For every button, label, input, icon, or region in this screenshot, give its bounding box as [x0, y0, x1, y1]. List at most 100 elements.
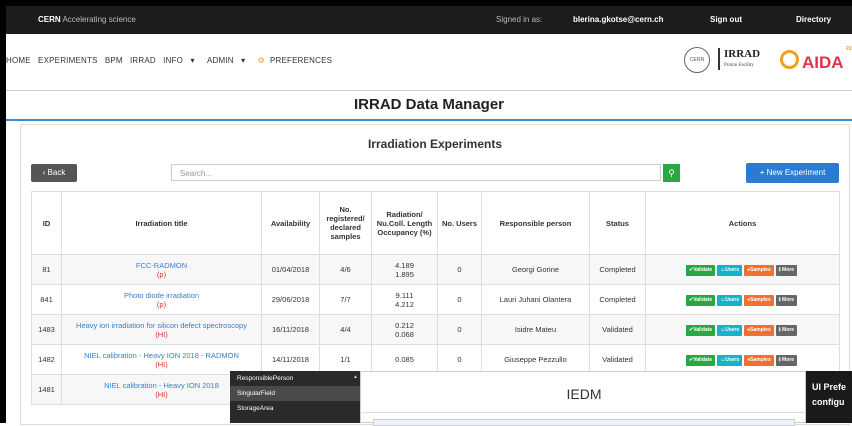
- dropdown-item-responsible-person[interactable]: ResponsiblePerson: [230, 371, 360, 386]
- search-icon: ⚲: [668, 168, 675, 178]
- cell-users: 0: [437, 254, 482, 285]
- col-id[interactable]: ID: [31, 191, 62, 255]
- directory-link[interactable]: Directory: [796, 15, 831, 24]
- dropdown-item-singular-field[interactable]: SingularField: [230, 386, 360, 401]
- cell-availability: 01/04/2018: [261, 254, 320, 285]
- nav-home[interactable]: HOME: [6, 56, 31, 65]
- particle-tag: (HI): [155, 389, 168, 399]
- users-button[interactable]: ☺Users: [717, 354, 743, 366]
- nav-preferences[interactable]: ⚙ PREFERENCES: [258, 56, 338, 65]
- nav-experiments[interactable]: EXPERIMENTS: [38, 56, 98, 65]
- experiment-title-link[interactable]: NIEL calibration - Heavy ION 2018 - RADM…: [84, 351, 239, 360]
- cern-brand[interactable]: CERN Accelerating science: [38, 15, 136, 24]
- signed-in-user[interactable]: blerina.gkotse@cern.ch: [573, 15, 664, 24]
- cell-availability: 29/06/2018: [261, 284, 320, 315]
- validate-button[interactable]: ✔Validate: [686, 354, 716, 366]
- cell-samples: 1/1: [319, 344, 372, 375]
- col-availability[interactable]: Availability: [261, 191, 320, 255]
- experiment-title-link[interactable]: Heavy ion irradiation for silicon defect…: [76, 321, 247, 330]
- info-icon: ℹ: [778, 266, 781, 273]
- cell-person: Isidre Mateu: [481, 314, 590, 345]
- sign-out-link[interactable]: Sign out: [710, 15, 742, 24]
- users-button[interactable]: ☺Users: [717, 294, 743, 306]
- cell-users: 0: [437, 314, 482, 345]
- radiation-value: 0.212: [395, 320, 414, 330]
- col-status[interactable]: Status: [589, 191, 646, 255]
- info-icon: ℹ: [778, 296, 781, 303]
- nav-bpm[interactable]: BPM: [105, 56, 123, 65]
- ui-pref-line2: configu: [812, 397, 845, 407]
- experiment-title-link[interactable]: Photo diode irradiation: [124, 291, 199, 300]
- dropdown-item-storage-area[interactable]: StorageArea: [230, 401, 360, 416]
- cell-title[interactable]: Heavy ion irradiation for silicon defect…: [61, 314, 262, 345]
- cern-logo: CERN: [684, 47, 710, 73]
- ui-preferences-panel: UI Prefe configu: [806, 371, 852, 423]
- experiment-title-link[interactable]: NIEL calibration - Heavy ION 2018: [104, 381, 219, 390]
- iedm-panel: IEDM: [360, 371, 807, 426]
- cell-person: Lauri Juhani Olantera: [481, 284, 590, 315]
- main-navbar: HOME EXPERIMENTS BPM IRRAD INFO ▾ ADMIN …: [6, 34, 852, 91]
- cell-users: 0: [437, 344, 482, 375]
- scroll-up-icon[interactable]: ▲: [353, 374, 358, 380]
- col-users[interactable]: No. Users: [437, 191, 482, 255]
- gear-icon: ⚙: [257, 56, 265, 65]
- col-title[interactable]: Irradiation title: [61, 191, 262, 255]
- experiment-title-link[interactable]: FCC-RADMON: [136, 261, 187, 270]
- samples-button[interactable]: ●Samples: [744, 294, 774, 306]
- validate-button[interactable]: ✔Validate: [686, 294, 716, 306]
- cell-samples: 4/6: [319, 254, 372, 285]
- cell-title[interactable]: NIEL calibration - Heavy ION 2018 - RADM…: [61, 344, 262, 375]
- cern-topbar: CERN Accelerating science Signed in as: …: [6, 6, 852, 34]
- cell-status: Completed: [589, 254, 646, 285]
- chevron-left-icon: ‹: [42, 168, 46, 177]
- info-icon: ℹ: [778, 326, 781, 333]
- col-radiation[interactable]: Radiation/ Nu.Coll. Length Occupancy (%): [371, 191, 438, 255]
- panel-title: Irradiation Experiments: [367, 137, 503, 151]
- particle-tag: (p): [156, 299, 167, 309]
- plus-icon: +: [759, 168, 765, 177]
- caret-down-icon: ▾: [190, 56, 195, 65]
- new-experiment-button[interactable]: + New Experiment: [746, 163, 839, 183]
- more-button[interactable]: ℹ More: [775, 354, 797, 366]
- samples-button[interactable]: ●Samples: [744, 354, 774, 366]
- cell-status: Validated: [589, 314, 646, 345]
- validate-button[interactable]: ✔Validate: [686, 264, 716, 276]
- cell-id: 1483: [31, 314, 62, 345]
- table-header-row: ID Irradiation title Availability No. re…: [31, 191, 840, 255]
- nav-links: HOME EXPERIMENTS BPM IRRAD INFO ▾ ADMIN …: [6, 56, 342, 65]
- table-row[interactable]: 1482 NIEL calibration - Heavy ION 2018 - …: [31, 344, 840, 375]
- nav-irrad[interactable]: IRRAD: [130, 56, 156, 65]
- particle-tag: (p): [156, 269, 167, 279]
- cell-radiation: 9.111 4.212: [371, 284, 438, 315]
- validate-button[interactable]: ✔Validate: [686, 324, 716, 336]
- nav-info[interactable]: INFO ▾: [163, 56, 200, 65]
- samples-button[interactable]: ●Samples: [744, 264, 774, 276]
- samples-button[interactable]: ●Samples: [744, 324, 774, 336]
- back-button[interactable]: ‹ Back: [31, 164, 77, 182]
- cell-title[interactable]: Photo diode irradiation (p): [61, 284, 262, 315]
- nav-admin[interactable]: ADMIN ▾: [207, 56, 250, 65]
- cell-availability: 14/11/2018: [261, 344, 320, 375]
- table-row[interactable]: 81 FCC-RADMON (p) 01/04/2018 4/6 4.189 1.895 0 G…: [31, 254, 840, 285]
- cell-title[interactable]: FCC-RADMON (p): [61, 254, 262, 285]
- field-list-dropdown[interactable]: ▲ ResponsiblePerson SingularField Storag…: [230, 371, 360, 423]
- search-input[interactable]: Search...: [171, 164, 661, 181]
- users-button[interactable]: ☺Users: [717, 264, 743, 276]
- more-button[interactable]: ℹ More: [775, 264, 797, 276]
- title-divider: [6, 119, 852, 121]
- col-person[interactable]: Responsible person: [481, 191, 590, 255]
- more-button[interactable]: ℹ More: [775, 324, 797, 336]
- table-row[interactable]: 841 Photo diode irradiation (p) 29/06/2018 7…: [31, 284, 840, 315]
- cell-samples: 7/7: [319, 284, 372, 315]
- screen-frame-top: [0, 0, 852, 6]
- cell-id: 841: [31, 284, 62, 315]
- users-button[interactable]: ☺Users: [717, 324, 743, 336]
- more-button[interactable]: ℹ More: [775, 294, 797, 306]
- occupancy-value: 0.068: [395, 329, 414, 339]
- cell-actions: ✔Validate ☺Users ●Samples ℹ More: [645, 254, 840, 285]
- search-button[interactable]: ⚲: [663, 164, 680, 182]
- cell-status: Completed: [589, 284, 646, 315]
- table-row[interactable]: 1483 Heavy ion irradiation for silicon de…: [31, 314, 840, 345]
- col-samples[interactable]: No. registered/ declared samples: [319, 191, 372, 255]
- aida-logo: AIDA2020: [780, 46, 852, 73]
